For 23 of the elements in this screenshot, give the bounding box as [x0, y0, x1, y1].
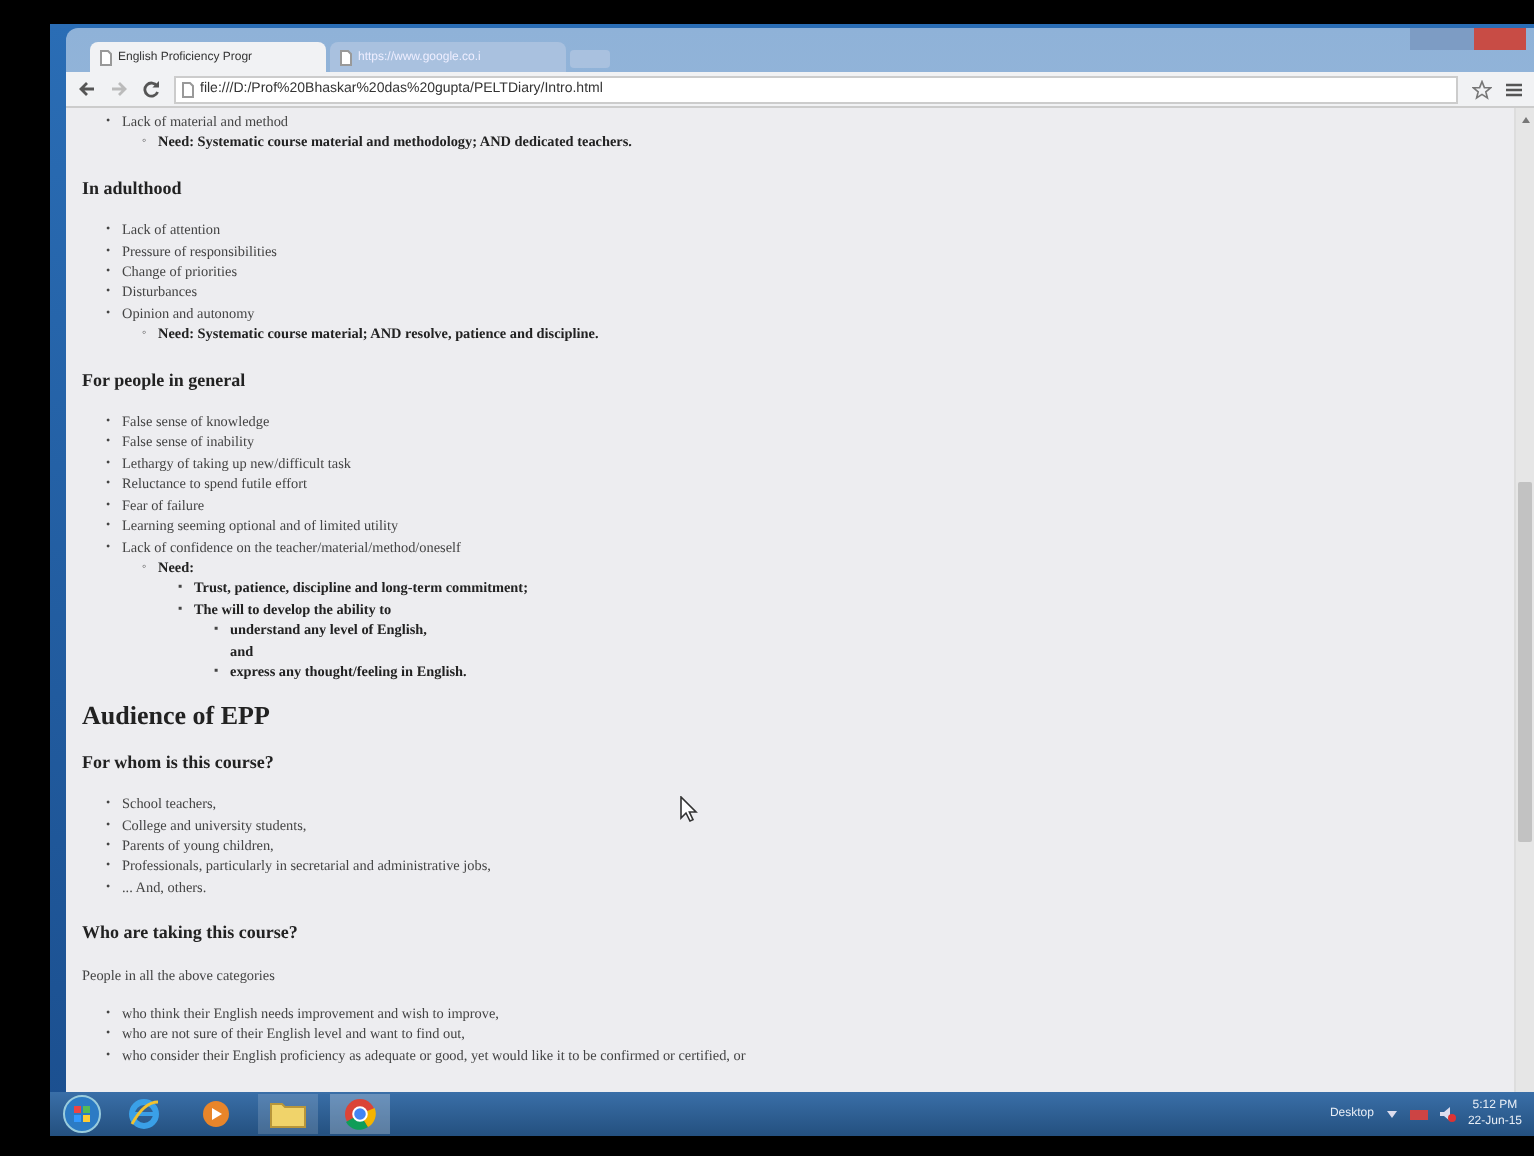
scroll-up-icon[interactable]	[1519, 114, 1531, 126]
section-heading: For people in general	[82, 369, 248, 391]
section-heading: In adulthood	[82, 177, 184, 199]
menu-icon[interactable]	[1506, 81, 1522, 97]
folder-icon[interactable]	[270, 1100, 306, 1128]
page-icon	[100, 49, 112, 65]
play-icon[interactable]	[202, 1100, 230, 1128]
section-heading: Who are taking this course?	[82, 922, 300, 944]
pointer-icon	[680, 796, 698, 822]
page-icon	[340, 49, 352, 65]
reload-icon[interactable]	[142, 80, 160, 98]
page-heading: Audience of EPP	[82, 706, 272, 728]
circle-logo-icon[interactable]	[344, 1098, 376, 1130]
browser-icon[interactable]	[128, 1098, 160, 1130]
page-icon	[182, 81, 194, 97]
back-icon[interactable]	[78, 80, 96, 98]
expand-icon[interactable]	[1385, 1109, 1398, 1119]
section-heading: For whom is this course?	[82, 751, 276, 773]
start-button[interactable]	[62, 1094, 102, 1134]
star-icon[interactable]	[1472, 79, 1492, 99]
scroll-thumb[interactable]	[1518, 482, 1532, 842]
speaker-icon[interactable]	[1439, 1106, 1456, 1122]
scrollbar[interactable]	[1514, 108, 1534, 1092]
